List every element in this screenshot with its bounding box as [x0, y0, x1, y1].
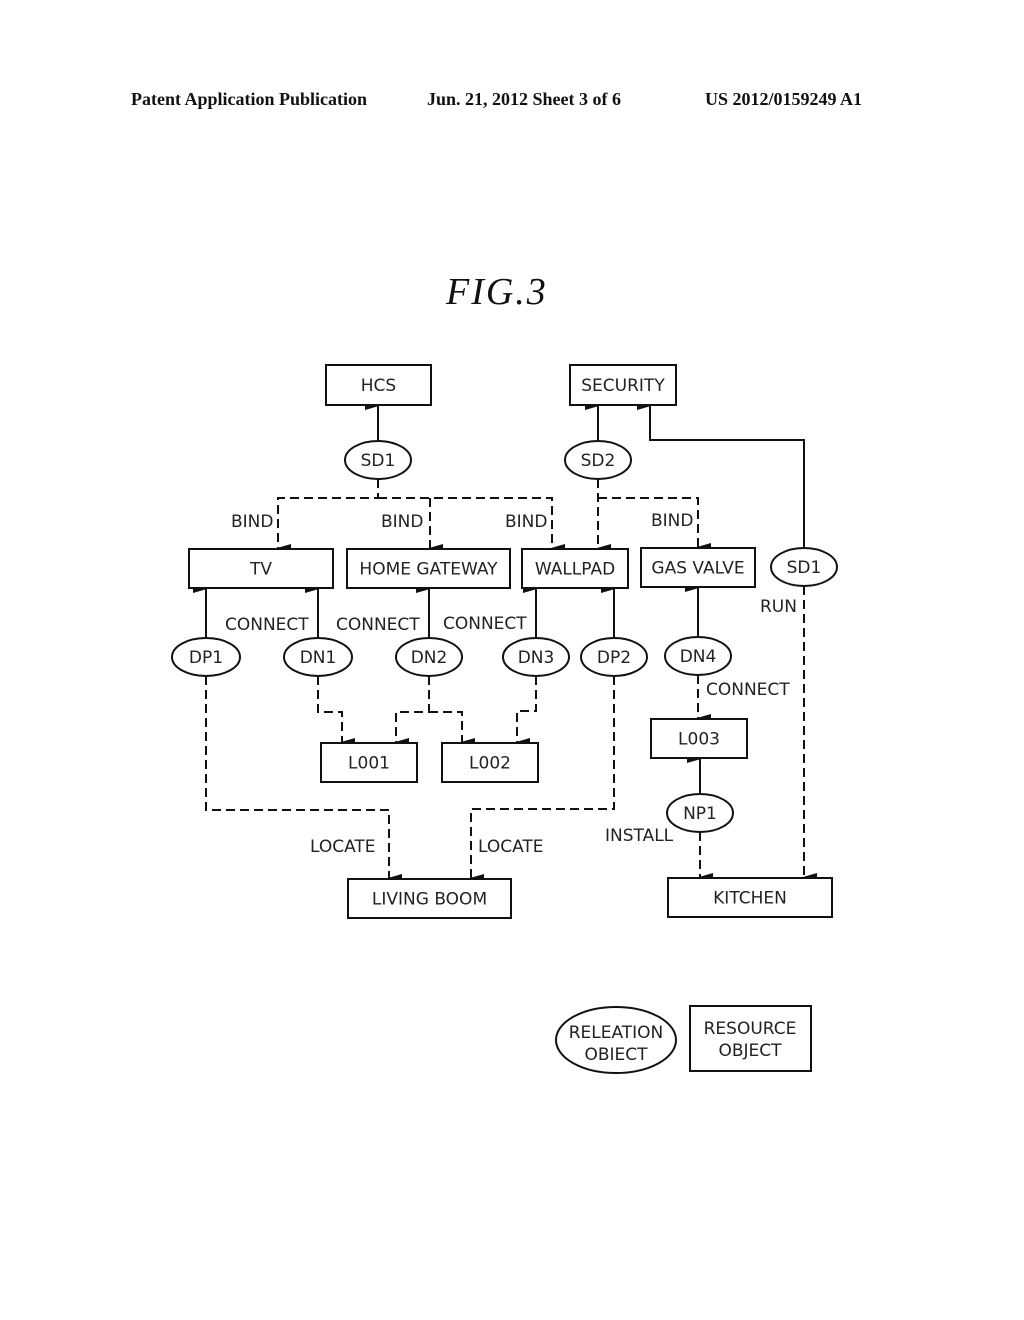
node-label: SD2 — [581, 451, 616, 471]
node-dp2: DP2 — [580, 637, 648, 677]
node-label: DP1 — [189, 648, 223, 668]
bind-label-wallpad: BIND — [505, 512, 547, 532]
node-label: L003 — [678, 730, 720, 750]
edge-dn2-l001 — [395, 676, 430, 746]
locate-label-dp1: LOCATE — [310, 837, 376, 857]
bind-label-tv: BIND — [231, 512, 273, 532]
node-label: TV — [249, 560, 272, 580]
node-gas-valve: GAS VALVE — [640, 547, 756, 588]
node-hcs: HCS — [325, 364, 432, 406]
legend-resource-line2: OBJECT — [718, 1041, 782, 1061]
node-l002: L002 — [441, 742, 539, 783]
node-label: DP2 — [597, 648, 631, 668]
legend-resource-line1: RESOURCE — [704, 1019, 797, 1039]
node-label: DN2 — [411, 648, 448, 668]
edge-bind-tv — [277, 479, 379, 552]
node-kitchen: KITCHEN — [667, 877, 833, 918]
node-tv: TV — [188, 548, 334, 589]
node-label: SECURITY — [581, 376, 665, 396]
legend-relation-line1: RELEATION — [569, 1023, 664, 1043]
node-sd1-right: SD1 — [770, 547, 838, 587]
node-home-gateway: HOME GATEWAY — [346, 548, 511, 589]
node-label: GAS VALVE — [651, 559, 744, 579]
install-label: INSTALL — [605, 826, 674, 846]
node-label: L002 — [469, 754, 511, 774]
relation-diagram: HCS SECURITY SD1 SD2 TV HOME GATEWAY WALLPAD GA… — [171, 364, 838, 1074]
locate-label-dp2: LOCATE — [478, 837, 544, 857]
node-dn2: DN2 — [395, 637, 463, 677]
connect-label-dn3: CONNECT — [443, 614, 527, 634]
node-label: SD1 — [787, 558, 822, 578]
bind-label-home-gateway: BIND — [381, 512, 423, 532]
connect-label-dn4: CONNECT — [706, 680, 790, 700]
node-sd2: SD2 — [564, 440, 632, 480]
legend-relation-object: RELEATIONOBIECT — [555, 1006, 677, 1074]
node-dn1: DN1 — [283, 637, 353, 677]
node-l003: L003 — [650, 718, 748, 759]
node-living-room: LIVING BOOM — [347, 878, 512, 919]
node-dp1: DP1 — [171, 637, 241, 677]
legend-resource-object: RESOURCEOBJECT — [689, 1005, 812, 1072]
node-label: NP1 — [683, 804, 717, 824]
node-label: WALLPAD — [535, 560, 615, 580]
legend-relation-line2: OBIECT — [584, 1045, 648, 1065]
edge-dn2-l002 — [429, 711, 475, 746]
node-np1: NP1 — [666, 793, 734, 833]
node-label: L001 — [348, 754, 390, 774]
node-dn3: DN3 — [502, 637, 570, 677]
node-label: HOME GATEWAY — [359, 560, 498, 580]
node-sd1-top: SD1 — [344, 440, 412, 480]
node-label: LIVING BOOM — [372, 890, 487, 910]
connect-label-dn2: CONNECT — [336, 615, 420, 635]
node-label: KITCHEN — [713, 889, 787, 909]
node-security: SECURITY — [569, 364, 677, 406]
bind-label-gas-valve: BIND — [651, 511, 693, 531]
run-label: RUN — [760, 597, 797, 617]
node-label: HCS — [361, 376, 396, 396]
node-label: DN1 — [300, 648, 337, 668]
connect-label-dn1: CONNECT — [225, 615, 309, 635]
node-wallpad: WALLPAD — [521, 548, 629, 589]
edge-dn3-l002 — [516, 676, 537, 746]
node-l001: L001 — [320, 742, 418, 783]
node-dn4: DN4 — [664, 636, 732, 676]
node-label: DN3 — [518, 648, 555, 668]
edge-dn1-l001 — [317, 676, 355, 746]
node-label: DN4 — [680, 647, 717, 667]
node-label: SD1 — [361, 451, 396, 471]
